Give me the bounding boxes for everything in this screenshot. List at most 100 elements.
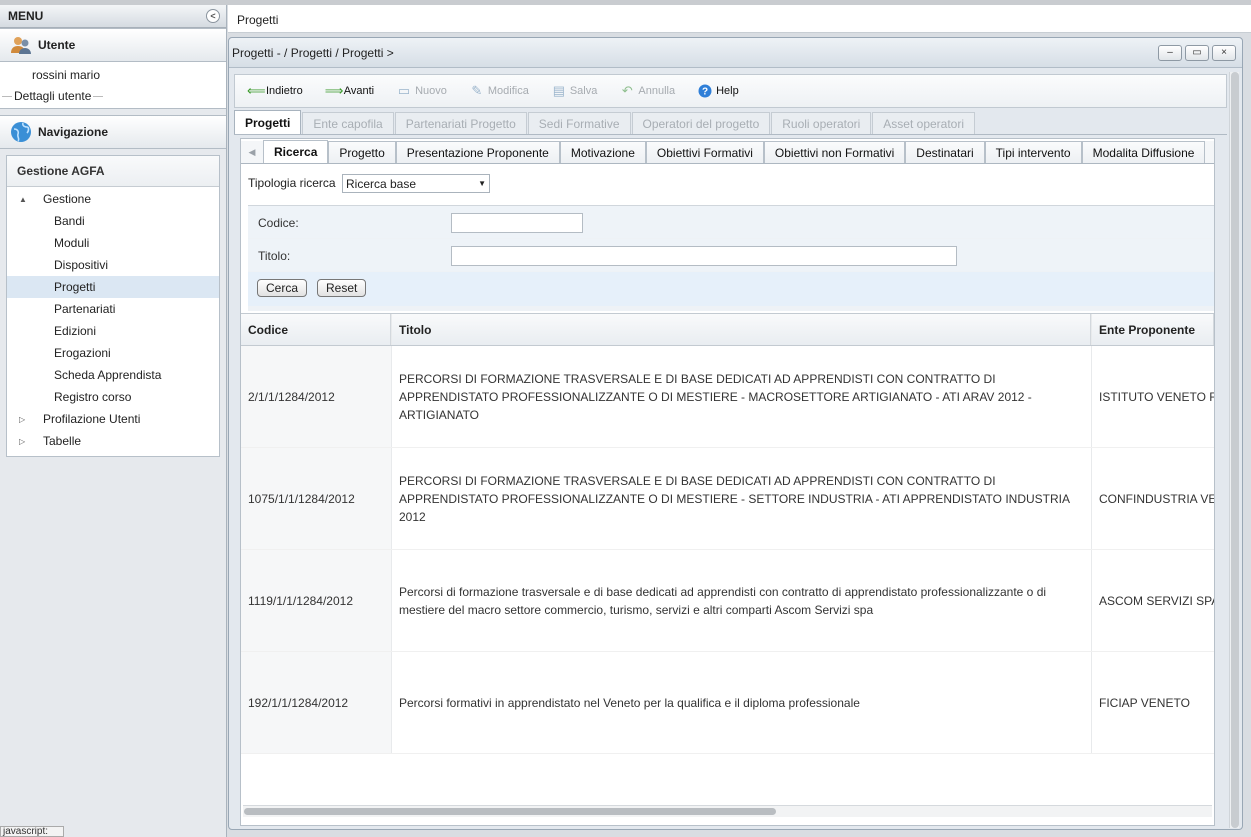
table-row[interactable]: 1119/1/1/1284/2012 Percorsi di formazione… [241, 550, 1214, 652]
cell-text: 1075/1/1/1284/2012 [248, 491, 355, 506]
tab-operatori-del-progetto[interactable]: Operatori del progetto [631, 112, 771, 134]
column-header-code[interactable]: Codice [241, 314, 391, 345]
sub-tabs: ◀ Ricerca Progetto Presentazione Proponent… [241, 140, 1214, 164]
sidebar-item-label: Dispositivi [54, 258, 109, 272]
navigation-panel: Gestione AGFA ▲ Gestione Bandi Moduli Dispos… [0, 149, 226, 463]
horizontal-scrollbar[interactable] [243, 805, 1212, 817]
collapse-sidebar-button[interactable]: < [206, 9, 220, 23]
reset-button[interactable]: Reset [317, 279, 367, 297]
sidebar-item-label: Partenariati [54, 302, 116, 316]
save-button[interactable]: ▤ Salva [551, 84, 598, 98]
table-row[interactable]: 2/1/1/1284/2012 PERCORSI DI FORMAZIONE TR… [241, 346, 1214, 448]
cell-code: 1075/1/1/1284/2012 [241, 448, 391, 549]
minimize-button[interactable]: – [1158, 45, 1182, 61]
column-header-title[interactable]: Titolo [391, 314, 1091, 345]
cell-title: PERCORSI DI FORMAZIONE TRASVERSALE E DI … [391, 448, 1091, 549]
chevron-down-icon: ▼ [478, 179, 486, 188]
new-button[interactable]: ▭ Nuovo [396, 84, 447, 98]
table-row[interactable]: 192/1/1/1284/2012 Percorsi formativi in a… [241, 652, 1214, 754]
sidebar-item-partenariati[interactable]: Partenariati [7, 298, 219, 320]
main-tabs: Progetti Ente capofila Partenariati Proget… [234, 110, 1227, 135]
search-type-label: Tipologia ricerca [248, 176, 336, 190]
sidebar-item-progetti[interactable]: Progetti [7, 276, 219, 298]
sidebar-item-label: Moduli [54, 236, 90, 250]
tab-ente-capofila[interactable]: Ente capofila [302, 112, 394, 134]
sidebar-item-tabelle[interactable]: ▷ Tabelle [7, 430, 219, 452]
subtab-destinatari[interactable]: Destinatari [905, 141, 985, 163]
help-label: Help [716, 85, 739, 97]
search-button[interactable]: Cerca [257, 279, 308, 297]
back-label: Indietro [266, 85, 303, 97]
back-button[interactable]: ⟸ Indietro [247, 84, 303, 98]
subtab-presentazione-proponente[interactable]: Presentazione Proponente [395, 141, 560, 163]
title-row: Titolo: [248, 239, 1214, 271]
tab-partenariati-progetto[interactable]: Partenariati Progetto [394, 112, 527, 134]
table-row[interactable]: 1075/1/1/1284/2012 PERCORSI DI FORMAZIONE… [241, 448, 1214, 550]
collapsed-triangle-icon[interactable]: ▷ [19, 415, 31, 424]
sidebar-item-moduli[interactable]: Moduli [7, 232, 219, 254]
navigation-section-header[interactable]: Navigazione [0, 115, 226, 149]
subtab-obiettivi-formativi[interactable]: Obiettivi Formativi [645, 141, 764, 163]
sidebar-item-erogazioni[interactable]: Erogazioni [7, 342, 219, 364]
cell-code: 192/1/1/1284/2012 [241, 652, 391, 753]
subtab-tipi-intervento[interactable]: Tipi intervento [984, 141, 1082, 163]
sidebar-item-label: Erogazioni [54, 346, 111, 360]
sidebar-item-edizioni[interactable]: Edizioni [7, 320, 219, 342]
tab-sedi-formative[interactable]: Sedi Formative [527, 112, 631, 134]
cell-code: 1119/1/1/1284/2012 [241, 550, 391, 651]
column-header-ente[interactable]: Ente Proponente [1091, 314, 1214, 345]
sidebar-item-profilazione-utenti[interactable]: ▷ Profilazione Utenti [7, 408, 219, 430]
search-buttons: Cerca Reset [248, 272, 1214, 306]
expanded-triangle-icon[interactable]: ▲ [19, 195, 31, 204]
user-section-header[interactable]: Utente [0, 28, 226, 62]
navigation-tree: ▲ Gestione Bandi Moduli Dispositivi Progetti P… [7, 187, 219, 456]
title-input[interactable] [451, 246, 957, 266]
tab-progetti[interactable]: Progetti [234, 110, 302, 134]
subtab-progetto[interactable]: Progetto [328, 141, 396, 163]
cancel-button[interactable]: ↶ Annulla [619, 84, 675, 98]
tab-ruoli-operatori[interactable]: Ruoli operatori [771, 112, 872, 134]
code-input[interactable] [451, 213, 583, 233]
subtab-obiettivi-non-formativi[interactable]: Obiettivi non Formativi [763, 141, 906, 163]
sidebar-item-registro-corso[interactable]: Registro corso [7, 386, 219, 408]
user-details-link[interactable]: Dettagli utente [0, 89, 120, 103]
vertical-scrollbar[interactable] [1229, 72, 1239, 828]
grid-header: Codice Titolo Ente Proponente [241, 313, 1214, 346]
tabs-scroll-left-icon[interactable]: ◀ [241, 141, 263, 163]
cell-title: Percorsi di formazione trasversale e di … [391, 550, 1091, 651]
search-type-value: Ricerca base [346, 176, 417, 191]
search-form: Codice: Titolo: Cerca Reset [248, 205, 1214, 311]
subtab-motivazione[interactable]: Motivazione [559, 141, 646, 163]
search-panel: ◀ Ricerca Progetto Presentazione Proponent… [240, 138, 1215, 826]
maximize-button[interactable]: ▭ [1185, 45, 1209, 61]
cell-title: Percorsi formativi in apprendistato nel … [391, 652, 1091, 753]
cell-ente: CONFINDUSTRIA VE [1091, 448, 1214, 549]
forward-button[interactable]: ⟹ Avanti [325, 84, 374, 98]
cell-ente: FICIAP VENETO [1091, 652, 1214, 753]
sidebar-item-gestione[interactable]: ▲ Gestione [7, 188, 219, 210]
cell-text: 2/1/1/1284/2012 [248, 389, 335, 404]
edit-label: Modifica [487, 85, 529, 97]
menu-title: MENU [8, 9, 44, 23]
close-button[interactable]: × [1212, 45, 1236, 61]
horizontal-scrollbar-thumb[interactable] [244, 808, 776, 815]
help-button[interactable]: ? Help [697, 84, 739, 98]
subtab-modalita-diffusione[interactable]: Modalita Diffusione [1081, 141, 1206, 163]
sidebar-item-label: Profilazione Utenti [43, 412, 141, 426]
vertical-scrollbar-thumb[interactable] [1231, 72, 1239, 828]
subtab-ricerca[interactable]: Ricerca [263, 140, 329, 163]
collapsed-triangle-icon[interactable]: ▷ [19, 437, 31, 446]
forward-label: Avanti [343, 85, 375, 97]
cell-title: PERCORSI DI FORMAZIONE TRASVERSALE E DI … [391, 346, 1091, 447]
sidebar-item-bandi[interactable]: Bandi [7, 210, 219, 232]
tab-asset-operatori[interactable]: Asset operatori [872, 112, 976, 134]
cell-text: 1119/1/1/1284/2012 [248, 593, 353, 608]
sidebar-item-scheda-apprendista[interactable]: Scheda Apprendista [7, 364, 219, 386]
search-type-select[interactable]: Ricerca base ▼ [342, 174, 490, 193]
cell-text: ASCOM SERVIZI SPA [1099, 593, 1214, 608]
sidebar-item-dispositivi[interactable]: Dispositivi [7, 254, 219, 276]
search-area: Tipologia ricerca Ricerca base ▼ Codice: … [241, 167, 1214, 311]
sidebar-item-label: Tabelle [43, 434, 82, 448]
status-text: javascript: [0, 826, 64, 837]
edit-button[interactable]: ✎ Modifica [469, 84, 529, 98]
